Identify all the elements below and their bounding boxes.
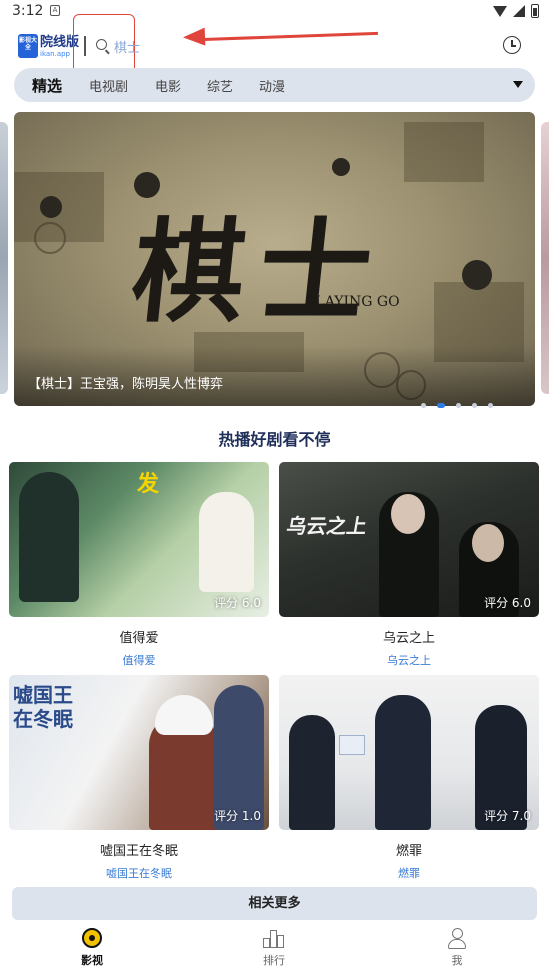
carousel-dot[interactable] [437, 403, 445, 408]
status-time: 3:12 [12, 3, 44, 19]
banner-caption: 【棋士】王宝强，陈明昊人性博弈 [28, 377, 224, 392]
search-icon[interactable] [96, 39, 107, 50]
app-header: 影视大全 院线版 ikan.app 棋士 [0, 14, 549, 80]
drama-card[interactable]: 发 评分 6.0 值得爱 值得爱 [9, 462, 269, 668]
nav-movies-tv[interactable]: 影视 [52, 928, 132, 968]
drama-subtitle[interactable]: 值得爱 [9, 652, 269, 668]
chevron-down-icon[interactable] [513, 81, 523, 88]
score-badge: 评分 1.0 [214, 809, 261, 823]
banner-subtitle: PLAYING GO [306, 294, 400, 310]
carousel-dot[interactable] [421, 403, 426, 408]
user-icon [447, 928, 467, 949]
carousel-dot[interactable] [472, 403, 477, 408]
carousel-dot[interactable] [488, 403, 493, 408]
banner-slide[interactable]: 棋士 PLAYING GO 【棋士】王宝强，陈明昊人性博弈 [14, 112, 535, 406]
history-icon[interactable] [503, 36, 521, 54]
banner-prev-peek[interactable] [0, 122, 8, 394]
tab-featured[interactable]: 精选 [32, 75, 62, 96]
wifi-icon [493, 5, 507, 17]
drama-title[interactable]: 嘘国王在冬眠 [9, 840, 269, 859]
system-icons [493, 4, 539, 18]
drama-poster[interactable]: 发 评分 6.0 [9, 462, 269, 617]
signal-icon [513, 5, 525, 17]
drama-subtitle[interactable]: 燃罪 [279, 865, 539, 881]
drama-title[interactable]: 乌云之上 [279, 627, 539, 646]
banner-carousel: 棋士 PLAYING GO 【棋士】王宝强，陈明昊人性博弈 [0, 112, 549, 408]
drama-card[interactable]: 嘘国王 在冬眠 评分 1.0 嘘国王在冬眠 嘘国王在冬眠 [9, 675, 269, 881]
more-related-button[interactable]: 相关更多 [12, 887, 537, 920]
tab-movies[interactable]: 电影 [155, 76, 181, 95]
tab-variety[interactable]: 综艺 [207, 76, 233, 95]
category-tabs: 精选 电视剧 电影 综艺 动漫 [14, 68, 535, 102]
annotation-arrow [200, 31, 378, 42]
drama-subtitle[interactable]: 乌云之上 [279, 652, 539, 668]
carousel-dot[interactable] [456, 403, 461, 408]
score-badge: 评分 7.0 [484, 809, 531, 823]
search-input[interactable]: 棋士 [114, 37, 140, 56]
drama-title[interactable]: 值得爱 [9, 627, 269, 646]
section-title: 热播好剧看不停 [218, 430, 331, 449]
drama-poster[interactable]: 嘘国王 在冬眠 评分 1.0 [9, 675, 269, 830]
carousel-indicator [421, 403, 493, 408]
ranking-icon [263, 930, 285, 948]
banner-title: 棋士 [126, 207, 392, 338]
drama-card[interactable]: 乌云之上 评分 6.0 乌云之上 乌云之上 [279, 462, 539, 668]
film-reel-icon [82, 928, 102, 948]
annotation-arrow-head [182, 27, 206, 47]
drama-subtitle[interactable]: 嘘国王在冬眠 [9, 865, 269, 881]
nav-label: 我 [451, 954, 463, 967]
nav-ranking[interactable]: 排行 [234, 928, 314, 968]
logo-badge: 影视大全 [18, 34, 38, 58]
notification-icon: A [50, 5, 60, 16]
app-logo[interactable]: 影视大全 院线版 ikan.app [18, 34, 79, 58]
drama-title[interactable]: 燃罪 [279, 840, 539, 859]
nav-label: 排行 [263, 954, 285, 967]
tab-anime[interactable]: 动漫 [259, 76, 285, 95]
banner-next-peek[interactable] [541, 122, 549, 394]
drama-poster[interactable]: 评分 7.0 [279, 675, 539, 830]
nav-label: 影视 [81, 954, 103, 967]
tab-tv-series[interactable]: 电视剧 [89, 76, 128, 95]
drama-poster[interactable]: 乌云之上 评分 6.0 [279, 462, 539, 617]
score-badge: 评分 6.0 [484, 596, 531, 610]
drama-card[interactable]: 评分 7.0 燃罪 燃罪 [279, 675, 539, 881]
battery-icon [531, 4, 539, 18]
score-badge: 评分 6.0 [214, 596, 261, 610]
nav-profile[interactable]: 我 [417, 928, 497, 968]
bottom-nav: 影视 排行 我 [0, 922, 549, 976]
